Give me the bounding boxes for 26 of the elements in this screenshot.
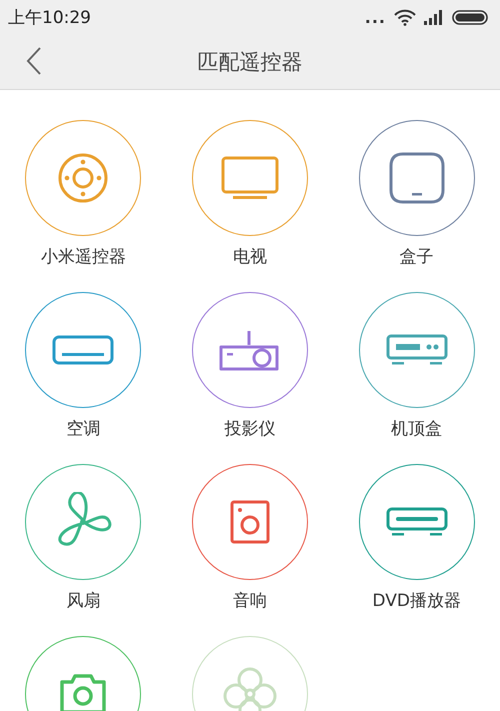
speaker-icon <box>230 500 270 544</box>
camera-icon <box>58 672 108 711</box>
device-label: 小米遥控器 <box>40 246 126 269</box>
tv-icon <box>220 156 279 200</box>
status-time: 上午10:29 <box>8 6 91 28</box>
set-top-box-icon <box>386 334 448 366</box>
box-icon <box>388 152 445 204</box>
signal-icon <box>424 10 444 24</box>
device-label: 空调 <box>66 418 100 441</box>
device-label: DVD播放器 <box>372 590 461 613</box>
remote-dpad-icon <box>57 152 110 204</box>
flower-icon <box>222 666 278 711</box>
device-label: 风扇 <box>66 590 100 613</box>
air-conditioner-icon <box>52 335 114 365</box>
projector-icon <box>218 329 281 371</box>
device-label: 投影仪 <box>224 418 276 441</box>
status-dots: ... <box>364 8 386 26</box>
wifi-icon <box>394 8 416 26</box>
dvd-player-icon <box>386 507 448 537</box>
device-label: 电视 <box>232 246 267 269</box>
device-label: 音响 <box>232 590 267 613</box>
battery-icon <box>452 10 488 24</box>
back-icon[interactable] <box>26 47 42 75</box>
device-label: 机顶盒 <box>391 418 442 441</box>
page-title: 匹配遥控器 <box>198 48 302 76</box>
device-label: 盒子 <box>400 246 434 269</box>
